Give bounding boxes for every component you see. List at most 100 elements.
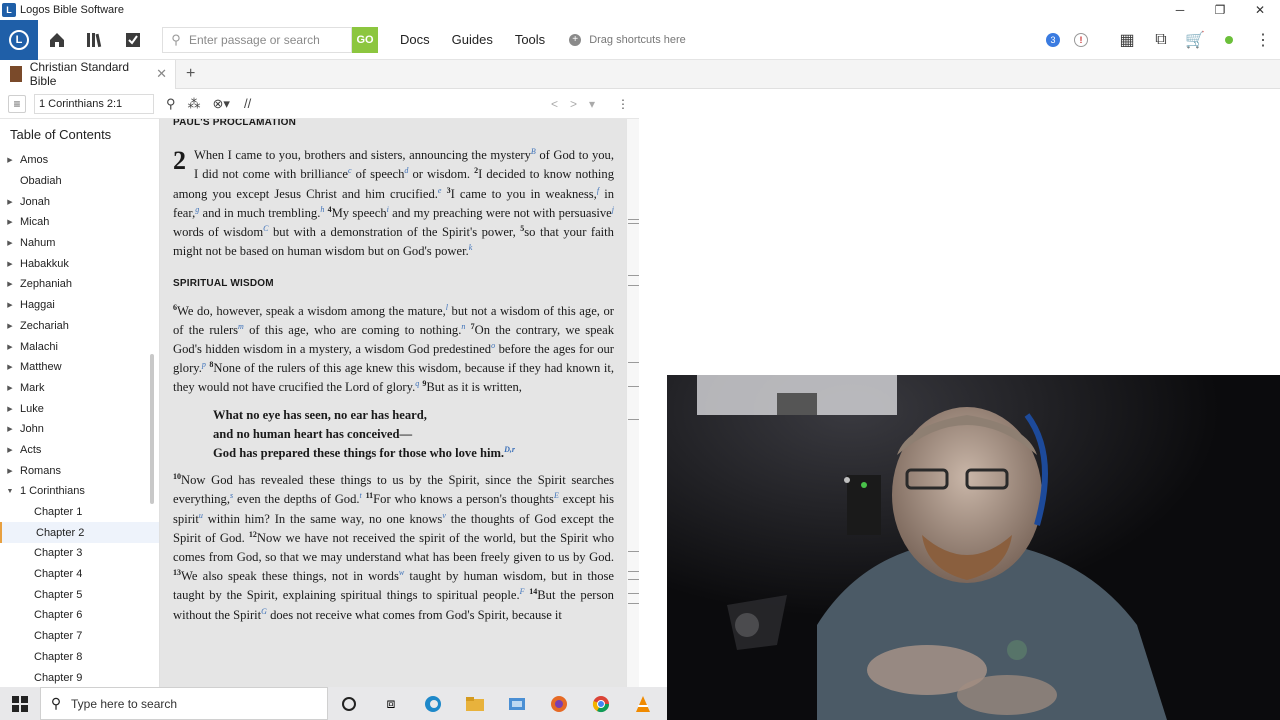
toc-chapter-item[interactable]: Chapter 9 [0, 667, 159, 687]
firefox-icon[interactable] [538, 687, 580, 720]
toc-chapter-item[interactable]: Chapter 8 [0, 647, 159, 668]
toc-chapter-label: Chapter 9 [34, 671, 83, 684]
panel-menu-button[interactable]: ≡ [8, 94, 26, 113]
expand-right-icon[interactable]: ▶ [0, 384, 20, 392]
toc-book-item[interactable]: ▶ Acts [0, 440, 159, 461]
file-explorer-icon[interactable] [454, 687, 496, 720]
close-tab-icon[interactable]: ✕ [156, 66, 167, 82]
shortcuts-bar[interactable]: + Drag shortcuts here [569, 33, 686, 46]
toc-book-item[interactable]: ▶ Jonah [0, 191, 159, 212]
alert-icon[interactable]: ! [1074, 33, 1088, 47]
toc-chapter-item[interactable]: Chapter 1 [0, 502, 159, 523]
tab-christian-standard-bible[interactable]: Christian Standard Bible ✕ [0, 59, 176, 89]
toc-chapter-item[interactable]: Chapter 6 [0, 605, 159, 626]
notification-badge[interactable]: 3 [1046, 33, 1060, 47]
verse-number[interactable]: 10 [173, 472, 181, 481]
panel-more-icon[interactable]: ⋮ [617, 97, 629, 111]
toc-book-item[interactable]: ▶ Mark [0, 378, 159, 399]
menu-tools[interactable]: Tools [515, 32, 545, 47]
expand-right-icon[interactable]: ▶ [0, 301, 20, 309]
reader-scroll-gutter[interactable] [626, 119, 639, 687]
edge-icon[interactable] [412, 687, 454, 720]
chrome-icon[interactable] [580, 687, 622, 720]
menu-guides[interactable]: Guides [452, 32, 493, 47]
expand-right-icon[interactable]: ▶ [0, 156, 20, 164]
verse-text: or wisdom. [408, 167, 475, 182]
footnote-marker[interactable]: k [469, 243, 473, 252]
scroll-mark [628, 285, 639, 286]
expand-right-icon[interactable]: ▶ [0, 322, 20, 330]
close-window-button[interactable]: ✕ [1240, 0, 1280, 20]
library-button[interactable] [76, 20, 114, 60]
toc-chapter-item[interactable]: Chapter 5 [0, 584, 159, 605]
toc-chapter-item[interactable]: Chapter 2 [0, 522, 159, 544]
layouts-icon[interactable]: ▦ [1110, 30, 1144, 50]
verse-number[interactable]: 11 [366, 491, 374, 500]
toc-chapter-item[interactable]: Chapter 7 [0, 626, 159, 647]
footnote-marker[interactable]: D,r [504, 445, 515, 454]
more-options-icon[interactable]: ⋮ [1246, 30, 1280, 50]
go-button[interactable]: GO [352, 26, 378, 53]
cortana-icon[interactable] [328, 687, 370, 720]
restore-button[interactable]: ❐ [1200, 0, 1240, 20]
expand-right-icon[interactable]: ▶ [0, 280, 20, 288]
toc-book-item[interactable]: ▶ Amos [0, 150, 159, 171]
task-view-icon[interactable]: ⧈ [370, 687, 412, 720]
section-heading-proclamation: PAUL'S PROCLAMATION [173, 119, 297, 128]
toc-book-item[interactable]: Obadiah [0, 171, 159, 192]
toc-book-item[interactable]: ▶ Habakkuk [0, 253, 159, 274]
toc-scrollbar[interactable] [150, 354, 154, 504]
menu-docs[interactable]: Docs [400, 32, 430, 47]
toc-chapter-label: Chapter 2 [36, 526, 85, 539]
documents-button[interactable] [114, 20, 152, 60]
toc-chapter-item[interactable]: Chapter 3 [0, 543, 159, 564]
expand-down-icon[interactable]: ▼ [0, 488, 20, 495]
cart-icon[interactable]: 🛒 [1178, 30, 1212, 50]
reference-input[interactable] [34, 93, 154, 114]
toc-book-item[interactable]: ▶ Haggai [0, 295, 159, 316]
start-button[interactable] [0, 687, 40, 720]
expand-right-icon[interactable]: ▶ [0, 198, 20, 206]
toc-book-item[interactable]: ▶ Zechariah [0, 316, 159, 337]
footnote-marker[interactable]: j [612, 205, 614, 214]
expand-right-icon[interactable]: ▶ [0, 218, 20, 226]
expand-right-icon[interactable]: ▶ [0, 467, 20, 475]
search-icon: ⚲ [50, 695, 62, 711]
toc-book-item[interactable]: ▼ 1 Corinthians [0, 481, 159, 502]
expand-right-icon[interactable]: ▶ [0, 343, 20, 351]
expand-right-icon[interactable]: ▶ [0, 446, 20, 454]
expand-right-icon[interactable]: ▶ [0, 363, 20, 371]
passage-search-input[interactable] [189, 32, 349, 47]
expand-right-icon[interactable]: ▶ [0, 260, 20, 268]
history-dropdown-icon[interactable]: ▾ [589, 97, 595, 111]
add-tab-button[interactable]: + [186, 65, 195, 83]
toc-book-item[interactable]: ▶ Micah [0, 212, 159, 233]
parallel-resources-button[interactable]: // [244, 96, 251, 111]
vlc-icon[interactable] [622, 687, 664, 720]
verse-number[interactable]: 12 [249, 530, 257, 539]
toc-chapter-item[interactable]: Chapter 4 [0, 564, 159, 585]
toc-book-item[interactable]: ▶ Romans [0, 460, 159, 481]
expand-right-icon[interactable]: ▶ [0, 425, 20, 433]
toc-book-item[interactable]: ▶ Nahum [0, 233, 159, 254]
toc-book-item[interactable]: ▶ Matthew [0, 357, 159, 378]
toc-book-item[interactable]: ▶ John [0, 419, 159, 440]
verse-number[interactable]: 13 [173, 568, 181, 577]
visual-filter-icon[interactable]: ⁂ [188, 96, 201, 112]
back-icon[interactable]: < [551, 97, 558, 111]
logos-taskbar-icon[interactable] [496, 687, 538, 720]
expand-right-icon[interactable]: ▶ [0, 239, 20, 247]
sync-status-icon[interactable] [1225, 36, 1233, 44]
toc-book-item[interactable]: ▶ Malachi [0, 336, 159, 357]
home-button[interactable] [38, 20, 76, 60]
logos-home-button[interactable]: L [0, 19, 38, 60]
toc-book-item[interactable]: ▶ Luke [0, 398, 159, 419]
search-icon[interactable]: ⚲ [166, 96, 176, 112]
panel-menu-icon[interactable]: ⧉ [1144, 31, 1178, 49]
forward-icon[interactable]: > [570, 97, 577, 111]
taskbar-search[interactable]: ⚲ Type here to search [40, 687, 328, 720]
minimize-button[interactable]: ─ [1160, 0, 1200, 20]
visual-filter-dropdown-icon[interactable]: ⊗▾ [213, 96, 230, 112]
expand-right-icon[interactable]: ▶ [0, 405, 20, 413]
toc-book-item[interactable]: ▶ Zephaniah [0, 274, 159, 295]
